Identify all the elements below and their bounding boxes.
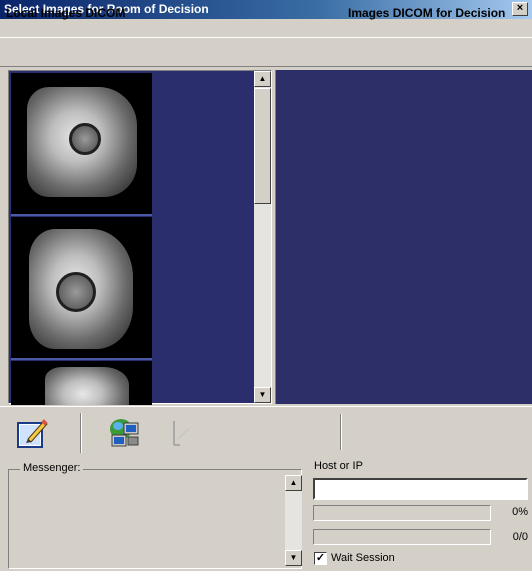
thumbnail-scrollbar[interactable]: ▲ ▼ bbox=[254, 71, 271, 403]
thumbnail-1[interactable] bbox=[11, 73, 152, 216]
count-label: 0/0 bbox=[512, 531, 528, 543]
scroll-down-button[interactable]: ▼ bbox=[254, 387, 271, 403]
messenger-box[interactable] bbox=[8, 469, 302, 569]
check-icon: ✓ bbox=[315, 552, 326, 564]
decision-images-heading: Images DICOM for Decision bbox=[348, 6, 506, 20]
header-bar bbox=[0, 37, 532, 67]
count-progress-bar bbox=[313, 529, 491, 545]
decision-images-pane[interactable] bbox=[275, 70, 532, 404]
network-computers-icon[interactable] bbox=[108, 417, 142, 449]
local-images-pane[interactable] bbox=[8, 70, 272, 405]
messenger-label: Messenger: bbox=[20, 462, 84, 474]
host-separator bbox=[340, 414, 342, 450]
host-label: Host or IP bbox=[314, 460, 363, 472]
messenger-scroll-down[interactable]: ▼ bbox=[285, 550, 302, 566]
thumbnail-2[interactable] bbox=[11, 217, 152, 360]
local-images-heading: Local Images DICOM bbox=[6, 6, 126, 20]
scroll-thumb[interactable] bbox=[254, 88, 271, 204]
thumbnail-3[interactable] bbox=[11, 361, 152, 405]
wait-session-label: Wait Session bbox=[331, 552, 395, 564]
transfer-progress-label: 0% bbox=[512, 506, 528, 518]
toolbar bbox=[0, 406, 532, 456]
disabled-connect-icon bbox=[164, 417, 198, 449]
host-input[interactable] bbox=[313, 478, 528, 500]
messenger-scrollbar[interactable]: ▲ ▼ bbox=[285, 475, 302, 566]
close-button[interactable]: × bbox=[512, 2, 528, 16]
edit-document-icon[interactable] bbox=[16, 417, 50, 449]
messenger-scroll-up[interactable]: ▲ bbox=[285, 475, 302, 491]
wait-session-checkbox[interactable]: ✓ bbox=[314, 552, 327, 565]
toolbar-separator bbox=[80, 413, 82, 453]
scroll-up-button[interactable]: ▲ bbox=[254, 71, 271, 87]
transfer-progress-bar bbox=[313, 505, 491, 521]
